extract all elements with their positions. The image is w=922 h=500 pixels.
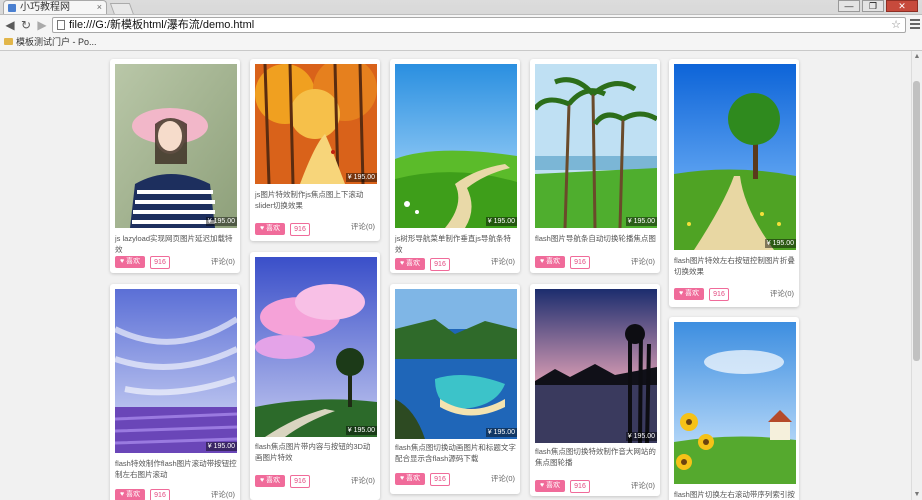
waterfall-card[interactable]: ¥ 195.00 flash图片特效左右按钮控制图片折叠切换效果 ♥ 喜欢 91… (669, 59, 799, 307)
tab-close-icon[interactable]: × (97, 1, 102, 14)
like-count: 916 (570, 480, 590, 493)
comment-link[interactable]: 评论(0) (351, 475, 375, 486)
tab-title: 小巧教程网 (20, 2, 70, 13)
like-count: 916 (290, 223, 310, 236)
price-tag: ¥ 195.00 (625, 432, 657, 441)
like-button[interactable]: ♥ 喜欢 (535, 480, 565, 492)
page-scrollbar[interactable]: ▲ ▼ (911, 51, 922, 500)
card-title[interactable]: flash焦点图片带内容与按钮的3D动画图片特效 (255, 441, 377, 463)
card-title[interactable]: flash图片切换左右滚动带序列索引按钮 (674, 489, 796, 500)
card-image[interactable]: ¥ 195.00 (535, 289, 657, 443)
card-image[interactable]: ¥ 195.00 (255, 257, 377, 437)
comment-link[interactable]: 评论(0) (770, 288, 794, 299)
waterfall-card[interactable]: ¥ 195.00 flash图片导航条自动切换轮播焦点图 ♥ 喜欢 916 评论… (530, 59, 660, 273)
page-viewport: ¥ 195.00 js lazyload实现网页图片延迟加载特效 ♥ 喜欢 91… (0, 51, 912, 500)
card-title[interactable]: flash图片导航条自动切换轮播焦点图 (535, 233, 657, 244)
comment-link[interactable]: 评论(0) (211, 256, 235, 267)
card-title[interactable]: flash特效制作flash图片滚动带按钮控制左右图片滚动 (115, 458, 237, 480)
restore-button[interactable]: ❐ (862, 0, 884, 12)
star-icon[interactable]: ☆ (891, 18, 901, 32)
price-tag: ¥ 195.00 (205, 217, 237, 226)
like-count: 916 (290, 475, 310, 488)
menu-icon[interactable] (910, 19, 920, 31)
like-button[interactable]: ♥ 喜欢 (395, 473, 425, 485)
waterfall-card[interactable]: ¥ 195.00 js树形导航菜单制作垂直js导航条特效 ♥ 喜欢 916 评论… (390, 59, 520, 273)
waterfall-card[interactable]: ¥ 195.00 flash焦点图片带内容与按钮的3D动画图片特效 ♥ 喜欢 9… (250, 252, 380, 500)
favicon-icon (8, 4, 16, 12)
like-button[interactable]: ♥ 喜欢 (255, 223, 285, 235)
card-image[interactable]: ¥ 195.00 (674, 64, 796, 250)
bookmarks-bar: 模板测试门户 - Po... (0, 34, 922, 51)
like-button[interactable]: ♥ 喜欢 (535, 256, 565, 268)
card-image[interactable]: ¥ 195.00 (395, 289, 517, 439)
like-button[interactable]: ♥ 喜欢 (395, 258, 425, 270)
comment-link[interactable]: 评论(0) (211, 489, 235, 500)
page-icon (57, 20, 65, 30)
window-controls: — ❐ ✕ (838, 0, 918, 13)
card-image[interactable]: ¥ 195.00 (115, 64, 237, 228)
price-tag: ¥ 195.00 (485, 428, 517, 437)
comment-link[interactable]: 评论(0) (491, 473, 515, 484)
card-title[interactable]: js树形导航菜单制作垂直js导航条特效 (395, 233, 517, 255)
waterfall-card[interactable]: ¥ 195.00 js图片特效制作js焦点图上下滚动slider切换效果 ♥ 喜… (250, 59, 380, 241)
waterfall-card[interactable]: ¥ 195.00 flash特效制作flash图片滚动带按钮控制左右图片滚动 ♥… (110, 284, 240, 500)
back-icon[interactable]: ◀ (3, 18, 17, 32)
waterfall-card[interactable]: ¥ 195.00 flash焦点图切换动画图片和标题文字配合显示含flash源码… (390, 284, 520, 494)
reload-icon[interactable]: ↻ (19, 18, 33, 32)
close-window-button[interactable]: ✕ (886, 0, 918, 12)
price-tag: ¥ 195.00 (345, 426, 377, 435)
like-button[interactable]: ♥ 喜欢 (255, 475, 285, 487)
card-image[interactable] (674, 322, 796, 484)
browser-chrome: 小巧教程网 × — ❐ ✕ ◀ ↻ ▶ file:///G:/新模板html/瀑… (0, 0, 922, 51)
comment-link[interactable]: 评论(0) (351, 221, 375, 232)
tab-strip: 小巧教程网 × — ❐ ✕ (0, 0, 922, 15)
like-button[interactable]: ♥ 喜欢 (115, 256, 145, 268)
card-title[interactable]: flash焦点图切换动画图片和标题文字配合显示含flash源码下载 (395, 442, 517, 464)
price-tag: ¥ 195.00 (625, 217, 657, 226)
like-count: 916 (709, 288, 729, 301)
forward-icon[interactable]: ▶ (35, 18, 49, 32)
price-tag: ¥ 195.00 (764, 239, 796, 248)
url-text[interactable]: file:///G:/新模板html/瀑布流/demo.html (69, 18, 254, 32)
comment-link[interactable]: 评论(0) (491, 256, 515, 267)
bookmark-item[interactable]: 模板测试门户 - Po... (4, 35, 97, 49)
like-count: 916 (430, 473, 450, 486)
toolbar: ◀ ↻ ▶ file:///G:/新模板html/瀑布流/demo.html ☆ (0, 14, 922, 35)
comment-link[interactable]: 评论(0) (631, 256, 655, 267)
bookmark-label: 模板测试门户 - Po... (16, 37, 97, 47)
price-tag: ¥ 195.00 (345, 173, 377, 182)
card-title[interactable]: js lazyload实现网页图片延迟加载特效 (115, 233, 237, 255)
address-bar[interactable]: file:///G:/新模板html/瀑布流/demo.html ☆ (52, 17, 906, 33)
scrollbar-thumb[interactable] (913, 81, 920, 361)
card-image[interactable]: ¥ 195.00 (395, 64, 517, 228)
waterfall-card[interactable]: flash图片切换左右滚动带序列索引按钮 (669, 317, 799, 500)
tab-active[interactable]: 小巧教程网 × (3, 0, 107, 14)
scroll-down-icon[interactable]: ▼ (912, 491, 922, 498)
card-image[interactable]: ¥ 195.00 (535, 64, 657, 228)
card-image[interactable]: ¥ 195.00 (255, 64, 377, 184)
like-count: 916 (570, 256, 590, 269)
waterfall-card[interactable]: ¥ 195.00 js lazyload实现网页图片延迟加载特效 ♥ 喜欢 91… (110, 59, 240, 273)
waterfall-card[interactable]: ¥ 195.00 flash焦点图切换特效制作音大网站的焦点图轮播 ♥ 喜欢 9… (530, 284, 660, 496)
comment-link[interactable]: 评论(0) (631, 480, 655, 491)
like-count: 916 (150, 489, 170, 500)
like-button[interactable]: ♥ 喜欢 (115, 489, 145, 500)
like-count: 916 (430, 258, 450, 271)
card-title[interactable]: js图片特效制作js焦点图上下滚动slider切换效果 (255, 189, 377, 211)
folder-icon (4, 38, 13, 45)
minimize-button[interactable]: — (838, 0, 860, 12)
card-image[interactable]: ¥ 195.00 (115, 289, 237, 453)
price-tag: ¥ 195.00 (485, 217, 517, 226)
like-button[interactable]: ♥ 喜欢 (674, 288, 704, 300)
card-title[interactable]: flash图片特效左右按钮控制图片折叠切换效果 (674, 255, 796, 277)
price-tag: ¥ 195.00 (205, 442, 237, 451)
card-title[interactable]: flash焦点图切换特效制作音大网站的焦点图轮播 (535, 446, 657, 468)
scroll-up-icon[interactable]: ▲ (912, 53, 922, 60)
like-count: 916 (150, 256, 170, 269)
